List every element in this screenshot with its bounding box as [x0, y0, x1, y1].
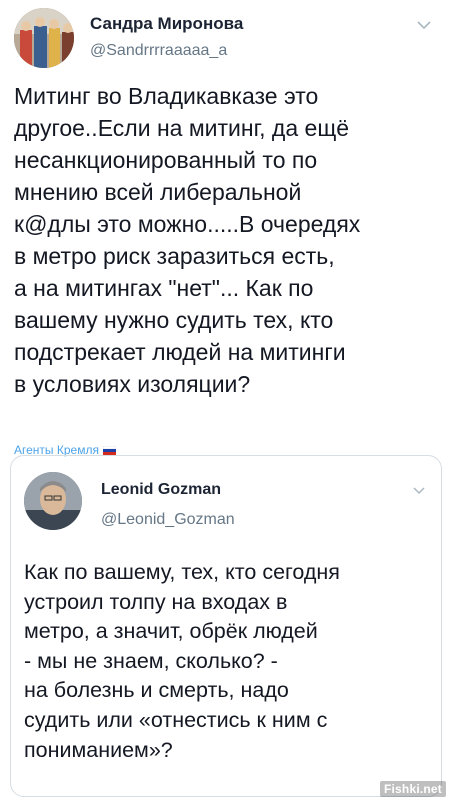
quoted-author-name[interactable]: Leonid Gozman [101, 481, 221, 499]
tweet-text-line: к@длы это можно.....В очередях [14, 211, 361, 237]
tweet-text-line: подстрекает людей на митинги [14, 339, 346, 365]
quoted-text-line: устроил толпу на входах в [24, 589, 288, 614]
quoted-text-line: Как по вашему, тех, кто сегодня [24, 560, 340, 584]
russian-flag-icon [102, 445, 116, 455]
tweet-header: Сандра Миронова @Sandrrrraaaaa_a [14, 4, 435, 72]
quoted-tweet-card[interactable]: Leonid Gozman @Leonid_Gozman Как по ваше… [10, 455, 442, 797]
tweet-text-line: Митинг во Владикавказе это [14, 83, 319, 109]
quoted-text-line: - мы не знаем, сколько? - [24, 648, 278, 673]
quoted-author-handle[interactable]: @Leonid_Gozman [101, 511, 235, 529]
tweet-text-line: вашему нужно судить тех, кто [14, 307, 334, 333]
quoted-author-avatar[interactable] [24, 472, 82, 530]
quoted-text-line: пониманием»? [24, 737, 173, 762]
tweet-text-line: в метро риск заразиться есть, [14, 243, 335, 269]
tweet-text-line: а на митингах "нет"... Как по [14, 275, 314, 301]
tweet-text-line: в условиях изоляции? [14, 371, 251, 397]
tweet-text-line: мнению всей либеральной [14, 179, 302, 205]
chevron-down-icon[interactable] [411, 482, 427, 498]
author-handle[interactable]: @Sandrrrraaaaa_a [90, 42, 227, 60]
author-avatar[interactable] [14, 8, 74, 68]
author-name[interactable]: Сандра Миронова [90, 14, 243, 34]
watermark: Fishki.net [379, 781, 446, 797]
tweet-text-line: несанкционированный то по [14, 147, 318, 173]
chevron-down-icon[interactable] [415, 16, 433, 34]
quoted-tweet-text: Как по вашему, тех, кто сегодня устроил … [24, 558, 434, 765]
tweet-text: Митинг во Владикавказе это другое..Если … [14, 80, 432, 400]
quoted-text-line: метро, а значит, обрёк людей [24, 619, 318, 644]
quoted-text-line: на болезнь и смерть, надо [24, 678, 289, 703]
quoted-text-line: судить или «отнестись к ним с [24, 707, 328, 732]
tweet-text-line: другое..Если на митинг, да ещё [14, 115, 350, 141]
